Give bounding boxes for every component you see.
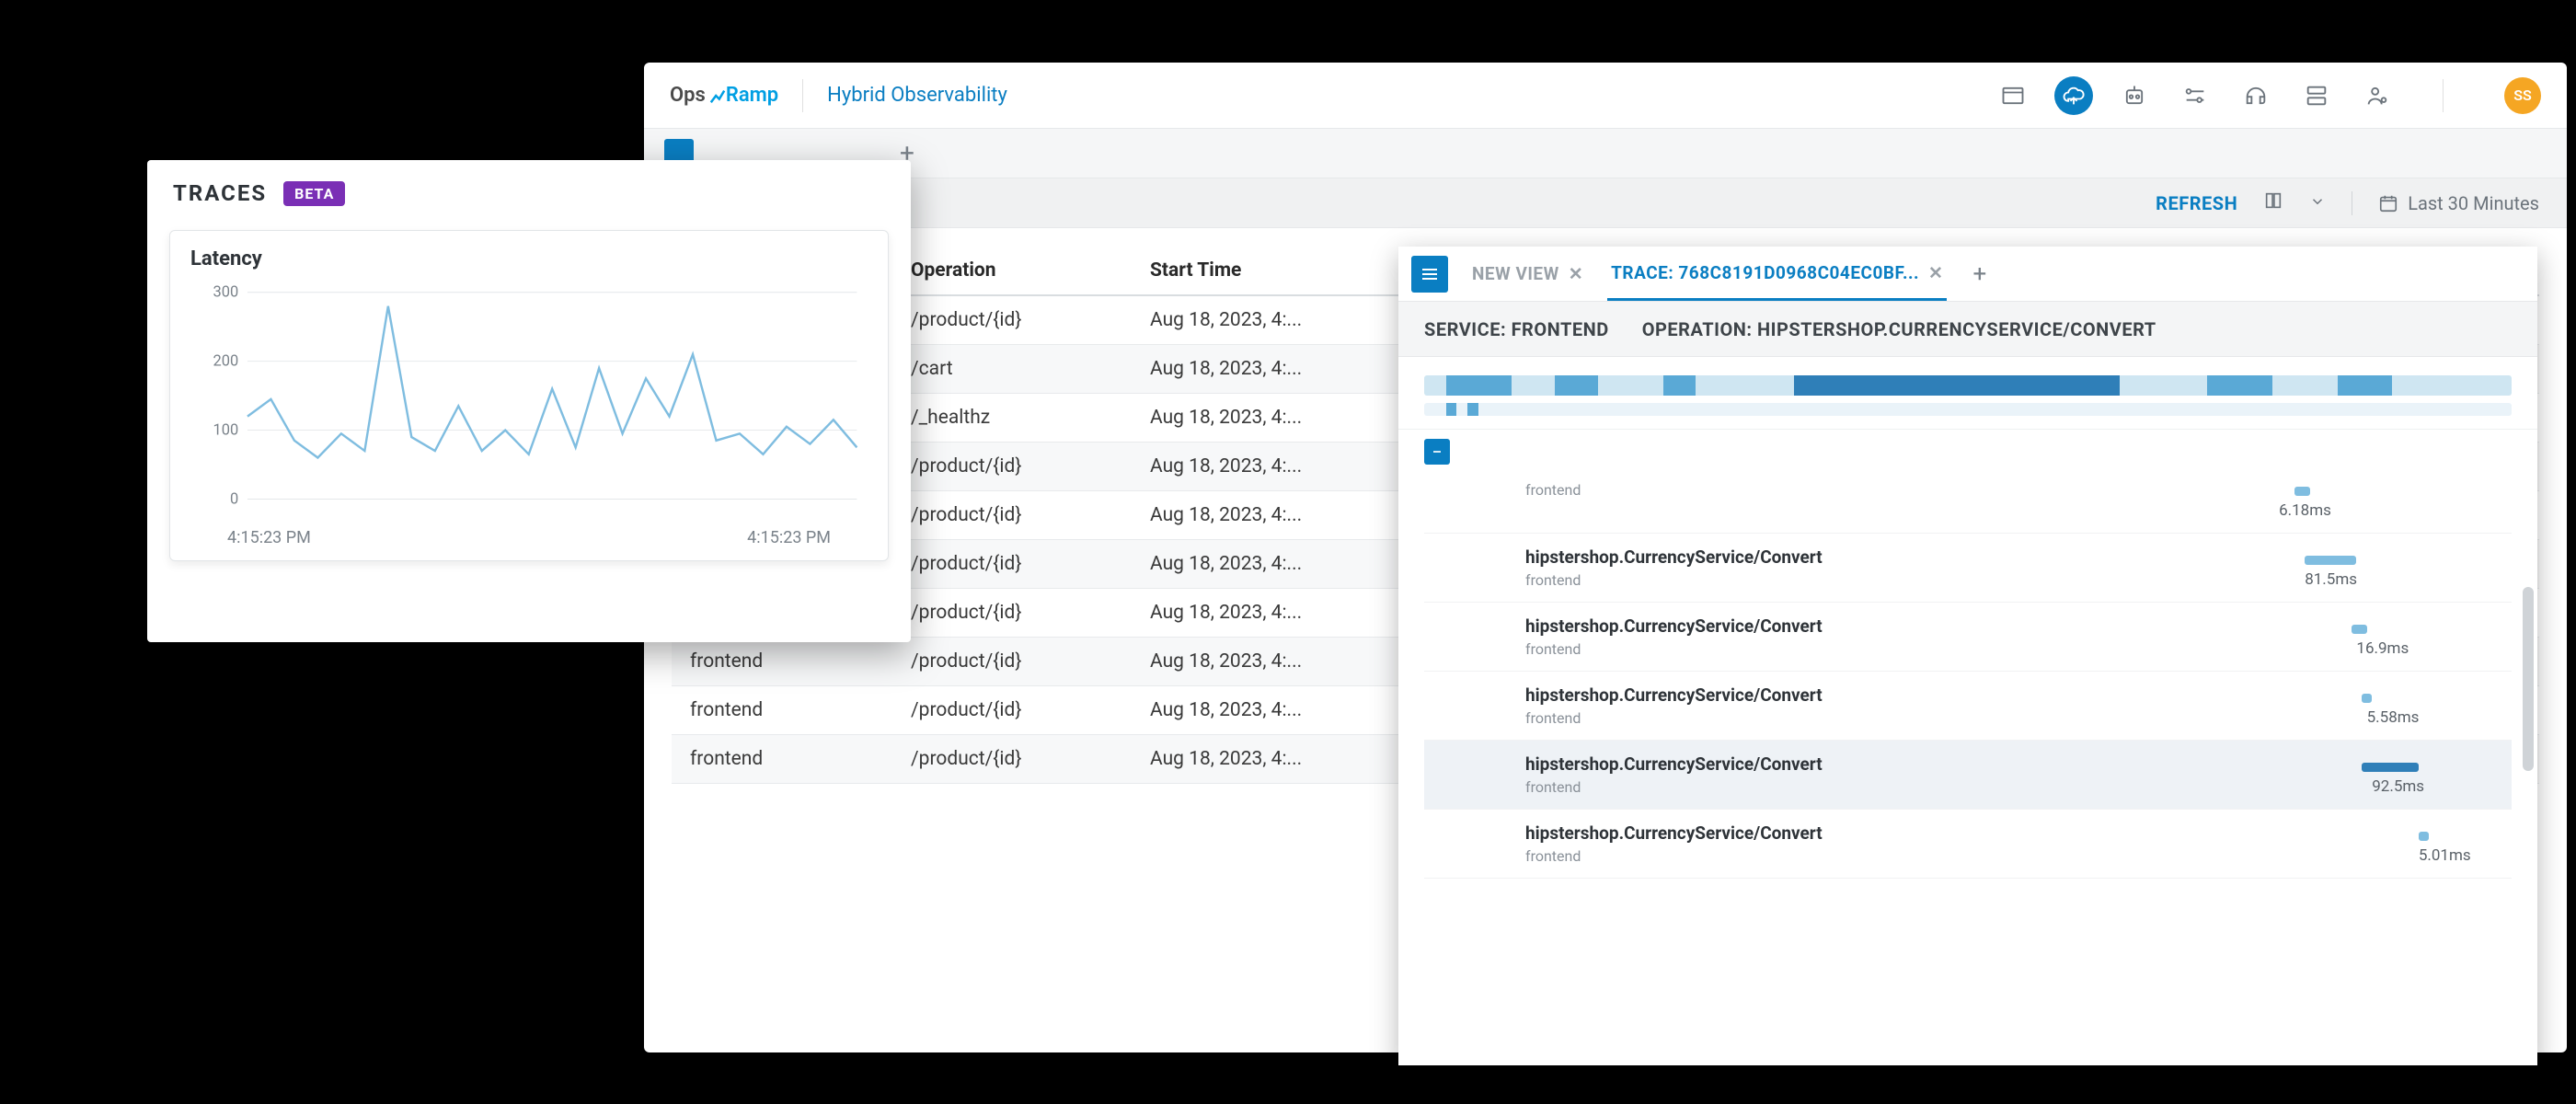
col-start[interactable]: Start Time xyxy=(1150,259,1389,282)
traces-title: TRACES xyxy=(173,180,267,206)
traces-card: TRACES BETA Latency 0 100 200 300 4:15:23 P… xyxy=(147,160,911,642)
brand-part-a: Ops xyxy=(670,84,706,107)
svg-text:100: 100 xyxy=(213,421,239,439)
brand-part-b: Ramp xyxy=(709,84,778,107)
beta-badge: BETA xyxy=(283,181,345,206)
divider xyxy=(2443,79,2444,112)
span-row[interactable]: frontend6.18ms xyxy=(1424,465,2512,534)
refresh-split-icon[interactable] xyxy=(2263,190,2283,215)
toolbar: REFRESH Last 30 Minutes xyxy=(644,178,2567,228)
span-row[interactable]: hipstershop.CurrencyService/Convertfront… xyxy=(1424,741,2512,810)
timeline[interactable] xyxy=(1398,357,2537,430)
tab-trace[interactable]: TRACE: 768C8191D0968C04EC0BF... ✕ xyxy=(1607,247,1947,301)
trace-detail-panel: NEW VIEW ✕ TRACE: 768C8191D0968C04EC0BF.… xyxy=(1398,247,2537,1065)
chevron-down-icon[interactable] xyxy=(2309,192,2326,214)
headset-icon[interactable] xyxy=(2237,76,2275,115)
divider xyxy=(802,79,803,112)
avatar[interactable]: SS xyxy=(2504,77,2541,114)
bc-service: SERVICE: FRONTEND xyxy=(1424,318,1609,340)
add-tab-button[interactable]: + xyxy=(1972,260,1986,288)
menu-icon[interactable] xyxy=(1411,256,1448,293)
span-row[interactable]: hipstershop.CurrencyService/Convertfront… xyxy=(1424,672,2512,741)
user-settings-icon[interactable] xyxy=(2358,76,2397,115)
top-icons: SS xyxy=(1994,76,2541,115)
detail-tabs: NEW VIEW ✕ TRACE: 768C8191D0968C04EC0BF.… xyxy=(1398,247,2537,302)
cloud-icon[interactable] xyxy=(2054,76,2093,115)
topbar: OpsRamp Hybrid Observability SS xyxy=(644,63,2567,129)
settings-icon[interactable] xyxy=(2176,76,2214,115)
bc-operation: OPERATION: HIPSTERSHOP.CURRENCYSERVICE/C… xyxy=(1642,318,2156,340)
svg-text:300: 300 xyxy=(213,284,239,302)
tab-new-view[interactable]: NEW VIEW ✕ xyxy=(1468,248,1587,299)
chart-x-start: 4:15:23 PM xyxy=(227,528,311,547)
window-icon[interactable] xyxy=(1994,76,2032,115)
close-icon[interactable]: ✕ xyxy=(1928,262,1943,283)
server-icon[interactable] xyxy=(2297,76,2336,115)
brand-logo[interactable]: OpsRamp xyxy=(670,84,778,107)
svg-text:200: 200 xyxy=(213,353,239,371)
robot-icon[interactable] xyxy=(2115,76,2154,115)
timerange-label: Last 30 Minutes xyxy=(2408,192,2539,214)
refresh-button[interactable]: REFRESH xyxy=(2156,192,2237,214)
span-row[interactable]: hipstershop.CurrencyService/Convertfront… xyxy=(1424,534,2512,603)
breadcrumb: SERVICE: FRONTEND OPERATION: HIPSTERSHOP… xyxy=(1398,302,2537,357)
svg-text:0: 0 xyxy=(230,490,238,508)
chart-title: Latency xyxy=(190,247,868,270)
collapse-all-button[interactable] xyxy=(1424,439,1450,465)
chart-x-end: 4:15:23 PM xyxy=(747,528,831,547)
span-row[interactable]: hipstershop.CurrencyService/Convertfront… xyxy=(1424,603,2512,672)
scrollbar[interactable] xyxy=(2523,587,2534,771)
close-icon[interactable]: ✕ xyxy=(1569,263,1583,284)
timerange-picker[interactable]: Last 30 Minutes xyxy=(2378,192,2539,214)
span-list[interactable]: frontend6.18mshipstershop.CurrencyServic… xyxy=(1398,465,2537,1065)
latency-chart-card: Latency 0 100 200 300 4:15:23 PM 4:15:23 PM xyxy=(169,230,889,561)
tab-strip: + xyxy=(644,129,2567,178)
col-operation[interactable]: Operation xyxy=(911,259,1150,282)
span-row[interactable]: hipstershop.CurrencyService/Convertfront… xyxy=(1424,810,2512,879)
latency-chart[interactable]: 0 100 200 300 xyxy=(190,280,868,519)
section-title[interactable]: Hybrid Observability xyxy=(827,84,1007,107)
